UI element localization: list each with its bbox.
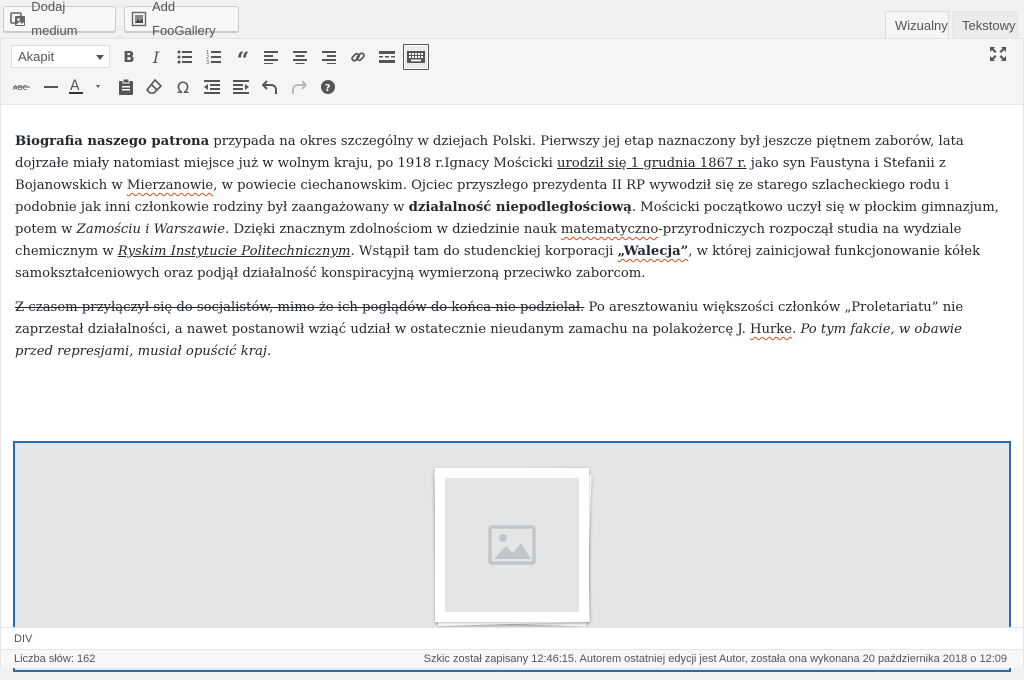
read-more-button[interactable] bbox=[374, 44, 400, 70]
word-count: Liczba słów: 162 bbox=[14, 653, 96, 665]
paragraph-1: Biografia naszego patrona przypada na ok… bbox=[15, 131, 1000, 285]
paste-text-icon bbox=[119, 79, 133, 95]
read-more-icon bbox=[379, 51, 395, 63]
special-char-button[interactable]: Ω bbox=[170, 74, 196, 100]
status-bar: Liczba słów: 162 Szkic został zapisany 1… bbox=[1, 649, 1023, 668]
foogallery-icon bbox=[131, 10, 147, 28]
clear-format-button[interactable] bbox=[141, 74, 167, 100]
media-buttons-row: Dodaj medium Add FooGallery Wizualny Tek… bbox=[0, 0, 1024, 39]
undo-icon bbox=[262, 80, 277, 94]
svg-text:A: A bbox=[70, 78, 80, 94]
chevron-down-icon bbox=[96, 55, 104, 60]
toolbar-row-2: ABC A Ω ? bbox=[1, 72, 1023, 102]
align-center-button[interactable] bbox=[287, 44, 313, 70]
toolbar-toggle-button[interactable] bbox=[403, 44, 429, 70]
italic-icon: I bbox=[152, 47, 160, 67]
fullscreen-button[interactable] bbox=[987, 43, 1009, 65]
svg-text:?: ? bbox=[325, 83, 331, 94]
redo-button[interactable] bbox=[286, 74, 312, 100]
gallery-image-stack bbox=[433, 468, 593, 628]
editor-content[interactable]: Biografia naszego patrona przypada na ok… bbox=[1, 106, 1023, 672]
element-path: DIV bbox=[1, 627, 1023, 649]
strikethrough-text: Z czasem przyłączył się do socjalistów, … bbox=[15, 300, 585, 315]
blockquote-button[interactable]: “ bbox=[230, 44, 256, 74]
underlined-text: urodził się 1 grudnia 1867 r. bbox=[556, 156, 747, 171]
text-color-button[interactable]: A bbox=[67, 74, 107, 100]
format-select-value: Akapit bbox=[18, 49, 55, 64]
italic-button[interactable]: I bbox=[143, 44, 169, 70]
bold-icon: B bbox=[123, 48, 135, 66]
add-media-label: Dodaj medium bbox=[31, 0, 78, 38]
indent-icon bbox=[233, 80, 249, 94]
redo-icon bbox=[292, 80, 307, 94]
text-color-icon: A bbox=[69, 78, 100, 94]
numbered-list-icon: 123 bbox=[206, 50, 221, 64]
format-select[interactable]: Akapit bbox=[11, 45, 110, 68]
special-char-icon: Ω bbox=[176, 77, 190, 97]
bold-button[interactable]: B bbox=[116, 44, 142, 70]
italic-underlined-text: Ryskim Instytucie Politechnicznym bbox=[117, 244, 351, 259]
link-icon bbox=[351, 52, 365, 62]
bold-text: działalność niepodległościową bbox=[408, 200, 632, 215]
fullscreen-icon bbox=[990, 47, 1006, 61]
add-media-button[interactable]: Dodaj medium bbox=[3, 0, 116, 38]
clear-format-icon bbox=[146, 79, 162, 94]
image-icon bbox=[488, 525, 536, 565]
outdent-button[interactable] bbox=[199, 74, 225, 100]
text-run: . Dzięki znacznym zdolnościom w dziedzin… bbox=[225, 222, 561, 237]
add-media-icon bbox=[10, 10, 26, 28]
bold-misspelled-text: „Walecja” bbox=[617, 244, 689, 259]
horizontal-line-icon bbox=[44, 86, 58, 88]
numbered-list-button[interactable]: 123 bbox=[201, 44, 227, 70]
misspelled-word: matematyczno bbox=[560, 222, 659, 237]
align-right-icon bbox=[322, 51, 336, 64]
indent-button[interactable] bbox=[228, 74, 254, 100]
italic-text: Zamościu i Warszawie bbox=[76, 222, 226, 237]
bullet-list-icon bbox=[177, 50, 192, 64]
blockquote-icon: “ bbox=[236, 48, 250, 74]
strikethrough-button[interactable]: ABC bbox=[9, 74, 35, 100]
add-foogallery-label: Add FooGallery bbox=[152, 0, 216, 38]
tab-visual[interactable]: Wizualny bbox=[885, 11, 949, 39]
help-icon: ? bbox=[321, 80, 335, 94]
paragraph-2: Z czasem przyłączył się do socjalistów, … bbox=[15, 297, 1000, 363]
misspelled-word: Hurke bbox=[749, 322, 793, 337]
toolbar-toggle-icon bbox=[407, 51, 425, 63]
image-placeholder bbox=[445, 478, 579, 612]
add-foogallery-button[interactable]: Add FooGallery bbox=[124, 0, 239, 38]
misspelled-word: Mierzanowie bbox=[126, 178, 214, 193]
link-button[interactable] bbox=[345, 44, 371, 70]
bullet-list-button[interactable] bbox=[172, 44, 198, 70]
strikethrough-icon: ABC bbox=[13, 84, 30, 92]
bold-text: Biografia naszego patrona bbox=[15, 134, 210, 149]
editor: Akapit B I 123 “ ABC A Ω ? Biografia nas… bbox=[0, 38, 1024, 672]
align-left-button[interactable] bbox=[258, 44, 284, 70]
align-right-button[interactable] bbox=[316, 44, 342, 70]
help-button[interactable]: ? bbox=[315, 74, 341, 100]
svg-text:3: 3 bbox=[206, 60, 209, 64]
autosave-status: Szkic został zapisany 12:46:15. Autorem … bbox=[423, 653, 1007, 665]
text-run: . Wstąpił tam do studenckiej korporacji bbox=[350, 244, 618, 259]
align-center-icon bbox=[293, 51, 307, 64]
path-item[interactable]: DIV bbox=[14, 633, 32, 645]
align-left-icon bbox=[264, 51, 278, 64]
tab-text[interactable]: Tekstowy bbox=[952, 11, 1018, 39]
gallery-card bbox=[435, 468, 589, 622]
svg-text:ABC: ABC bbox=[13, 84, 27, 92]
undo-button[interactable] bbox=[257, 74, 283, 100]
toolbar-row-1: Akapit B I 123 “ bbox=[1, 42, 1023, 72]
horizontal-line-button[interactable] bbox=[38, 74, 64, 100]
editor-toolbar: Akapit B I 123 “ ABC A Ω ? bbox=[1, 39, 1023, 105]
paste-text-button[interactable] bbox=[113, 74, 139, 100]
outdent-icon bbox=[204, 80, 220, 94]
